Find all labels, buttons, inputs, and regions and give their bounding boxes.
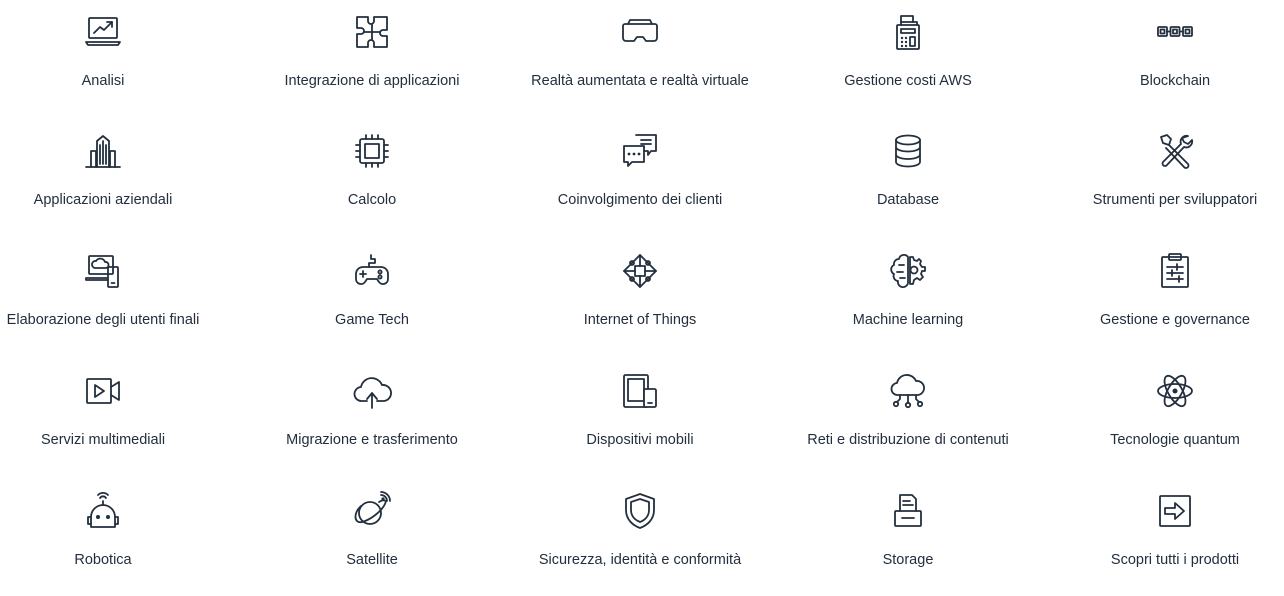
category-label: Robotica [74, 552, 132, 568]
category-label: Applicazioni aziendali [33, 192, 173, 208]
gamepad-icon [352, 251, 392, 291]
category-storage[interactable]: Storage [788, 491, 1028, 570]
category-robotics[interactable]: Robotica [0, 491, 223, 570]
category-migration-transfer[interactable]: Migrazione e trasferimento [252, 371, 492, 450]
category-machine-learning[interactable]: Machine learning [788, 251, 1028, 330]
cash-register-icon [888, 12, 928, 52]
category-label: Internet of Things [583, 312, 697, 328]
tablet-phone-icon [620, 371, 660, 411]
category-iot[interactable]: Internet of Things [520, 251, 760, 330]
chat-bubbles-icon [620, 131, 660, 171]
clipboard-icon [1155, 251, 1195, 291]
brain-gear-icon [888, 251, 928, 291]
vr-headset-icon [620, 12, 660, 52]
category-customer-engagement[interactable]: Coinvolgimento dei clienti [520, 131, 760, 210]
video-camera-icon [83, 371, 123, 411]
cloud-network-icon [888, 371, 928, 411]
arrow-right-box-icon [1155, 491, 1195, 531]
category-label: Game Tech [335, 312, 409, 328]
robot-icon [83, 491, 123, 531]
category-label: Tecnologie quantum [1110, 432, 1240, 448]
category-security-identity-compliance[interactable]: Sicurezza, identità e conformità [520, 491, 760, 570]
category-label: Integrazione di applicazioni [284, 73, 460, 89]
database-icon [888, 131, 928, 171]
storage-printer-icon [888, 491, 928, 531]
category-label: Storage [882, 552, 934, 568]
product-category-grid: Analisi Integrazione di applicazioni Rea… [0, 0, 1284, 596]
category-label: Strumenti per sviluppatori [1092, 192, 1258, 208]
cloud-upload-icon [352, 371, 392, 411]
category-mobile[interactable]: Dispositivi mobili [520, 371, 760, 450]
category-label: Coinvolgimento dei clienti [557, 192, 723, 208]
category-cost-management[interactable]: Gestione costi AWS [788, 12, 1028, 91]
category-label: Servizi multimediali [40, 432, 166, 448]
category-label: Blockchain [1139, 73, 1211, 89]
category-label: Gestione e governance [1100, 312, 1250, 328]
category-label: Reti e distribuzione di contenuti [807, 432, 1009, 448]
category-satellite[interactable]: Satellite [252, 491, 492, 570]
atom-icon [1155, 371, 1195, 411]
category-label: Sicurezza, identità e conformità [538, 552, 742, 568]
category-label: Satellite [346, 552, 398, 568]
category-quantum[interactable]: Tecnologie quantum [1055, 371, 1284, 450]
desktop-devices-icon [83, 251, 123, 291]
category-label: Elaborazione degli utenti finali [6, 312, 200, 328]
blockchain-icon [1155, 12, 1195, 52]
category-end-user-computing[interactable]: Elaborazione degli utenti finali [0, 251, 223, 330]
category-networking-cdn[interactable]: Reti e distribuzione di contenuti [788, 371, 1028, 450]
category-ar-vr[interactable]: Realtà aumentata e realtà virtuale [520, 12, 760, 91]
category-label: Calcolo [347, 192, 397, 208]
puzzle-icon [352, 12, 392, 52]
iot-chip-icon [620, 251, 660, 291]
category-label: Gestione costi AWS [844, 73, 972, 89]
category-business-applications[interactable]: Applicazioni aziendali [0, 131, 223, 210]
category-label: Analisi [81, 73, 125, 89]
category-label: Realtà aumentata e realtà virtuale [531, 73, 749, 89]
tools-icon [1155, 131, 1195, 171]
category-all-products[interactable]: Scopri tutti i prodotti [1055, 491, 1284, 570]
category-label: Dispositivi mobili [586, 432, 694, 448]
chip-icon [352, 131, 392, 171]
category-label: Scopri tutti i prodotti [1110, 552, 1240, 568]
category-media-services[interactable]: Servizi multimediali [0, 371, 223, 450]
category-label: Database [876, 192, 940, 208]
category-label: Migrazione e trasferimento [286, 432, 458, 448]
city-buildings-icon [83, 131, 123, 171]
shield-icon [620, 491, 660, 531]
satellite-planet-icon [352, 491, 392, 531]
category-application-integration[interactable]: Integrazione di applicazioni [252, 12, 492, 91]
category-database[interactable]: Database [788, 131, 1028, 210]
category-label: Machine learning [852, 312, 964, 328]
category-developer-tools[interactable]: Strumenti per sviluppatori [1055, 131, 1284, 210]
category-blockchain[interactable]: Blockchain [1055, 12, 1284, 91]
category-game-tech[interactable]: Game Tech [252, 251, 492, 330]
analytics-icon [83, 12, 123, 52]
category-management-governance[interactable]: Gestione e governance [1055, 251, 1284, 330]
category-analytics[interactable]: Analisi [0, 12, 223, 91]
category-compute[interactable]: Calcolo [252, 131, 492, 210]
